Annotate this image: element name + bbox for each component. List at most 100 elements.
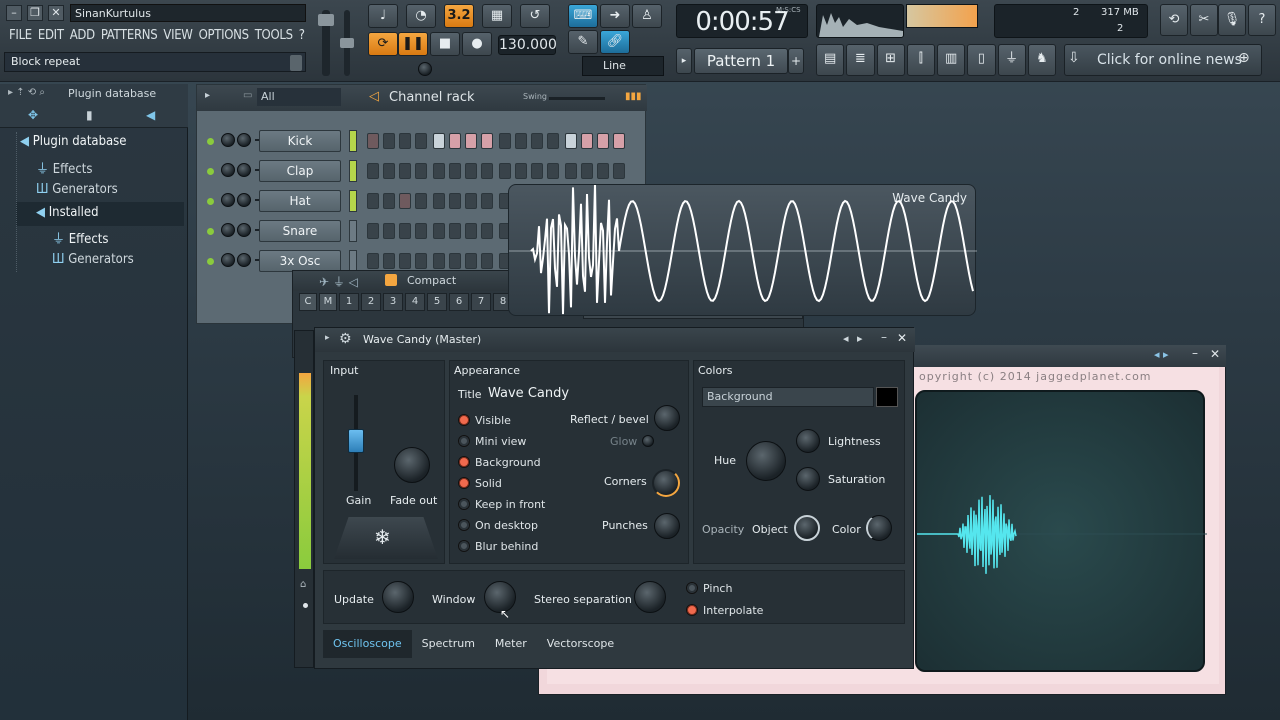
- appearance-option[interactable]: Background: [458, 453, 578, 471]
- channel-select-bar[interactable]: [349, 220, 357, 242]
- graph-icon[interactable]: ▮▮▮: [625, 91, 642, 102]
- channel-name-button[interactable]: Hat: [259, 190, 341, 212]
- stereo-separation-knob[interactable]: [634, 581, 666, 613]
- step-button[interactable]: [367, 193, 379, 209]
- undo-icon[interactable]: ⟲: [1160, 4, 1188, 36]
- file-icon[interactable]: ▯: [967, 44, 996, 76]
- browser-file-icon[interactable]: ▮: [86, 108, 93, 122]
- pinch-option[interactable]: Pinch: [686, 579, 732, 597]
- prev-preset-icon[interactable]: ◂: [843, 332, 849, 345]
- step-button[interactable]: [399, 223, 411, 239]
- window-menu-icon[interactable]: ▸: [325, 333, 330, 343]
- saturation-knob[interactable]: [796, 467, 820, 491]
- option-radio[interactable]: [458, 414, 470, 426]
- channel-name-button[interactable]: Kick: [259, 130, 341, 152]
- step-button[interactable]: [499, 133, 511, 149]
- channel-pan-knob[interactable]: [221, 133, 235, 147]
- appearance-option[interactable]: Keep in front: [458, 495, 578, 513]
- color-swatch[interactable]: [876, 387, 898, 407]
- minimize-icon[interactable]: –: [6, 5, 22, 21]
- channel-name-button[interactable]: Clap: [259, 160, 341, 182]
- channel-select-bar[interactable]: [349, 160, 357, 182]
- step-button[interactable]: [597, 163, 609, 179]
- step-button[interactable]: [433, 223, 445, 239]
- blend-notes-icon[interactable]: ▦: [482, 4, 512, 28]
- channel-mute-led[interactable]: [207, 168, 214, 175]
- scope-preview-close-icon[interactable]: ✕: [1210, 347, 1220, 361]
- step-edit-icon[interactable]: ➜: [600, 4, 630, 28]
- browser-item-effects[interactable]: ⏚ Effects: [36, 158, 92, 177]
- mixer-track-number[interactable]: 2: [361, 293, 381, 311]
- step-button[interactable]: [433, 163, 445, 179]
- mixer-view-mode[interactable]: Compact: [407, 274, 456, 287]
- close-icon[interactable]: ✕: [48, 5, 64, 21]
- typing-keyboard-icon[interactable]: ⌨: [568, 4, 598, 28]
- pattern-prev-icon[interactable]: ▸: [676, 48, 692, 74]
- mixer-track-number[interactable]: 6: [449, 293, 469, 311]
- tab-oscilloscope[interactable]: Oscilloscope: [323, 630, 412, 658]
- corners-knob[interactable]: [652, 469, 680, 497]
- browser-item-plugin-database[interactable]: ◀ Plugin database: [20, 134, 126, 149]
- fade-out-knob[interactable]: [394, 447, 430, 483]
- step-button[interactable]: [415, 193, 427, 209]
- link-tool-icon[interactable]: 🔗︎: [600, 30, 630, 54]
- help-icon[interactable]: ?: [1248, 4, 1276, 36]
- channel-filter-select[interactable]: All: [257, 88, 341, 106]
- step-button[interactable]: [565, 133, 577, 149]
- step-button[interactable]: [449, 193, 461, 209]
- mixer-track-number[interactable]: 7: [471, 293, 491, 311]
- lightness-knob[interactable]: [796, 429, 820, 453]
- dj-icon[interactable]: ♞: [1027, 44, 1056, 76]
- appearance-option[interactable]: Blur behind: [458, 537, 578, 555]
- option-radio[interactable]: [458, 435, 470, 447]
- online-news-button[interactable]: Click for online news: [1064, 44, 1262, 76]
- mixer-icon[interactable]: ⫿: [906, 44, 935, 76]
- microphone-icon[interactable]: 🎙︎: [1218, 4, 1246, 36]
- snap-mode-select[interactable]: Line: [582, 56, 664, 76]
- browser-item-installed[interactable]: ◀ Installed: [36, 205, 99, 220]
- browser-item-generators[interactable]: Ш Generators: [36, 182, 118, 197]
- mixer-track-number[interactable]: 5: [427, 293, 447, 311]
- step-button[interactable]: [433, 133, 445, 149]
- step-button[interactable]: [465, 223, 477, 239]
- step-button[interactable]: [515, 163, 527, 179]
- browser-path[interactable]: Plugin database: [68, 87, 156, 100]
- restore-icon[interactable]: ❐: [27, 5, 43, 21]
- pinch-radio[interactable]: [686, 582, 698, 594]
- mixer-track-number[interactable]: C: [299, 293, 317, 311]
- interpolate-option[interactable]: Interpolate: [686, 601, 763, 619]
- channel-pan-knob[interactable]: [221, 253, 235, 267]
- step-button[interactable]: [383, 193, 395, 209]
- step-button[interactable]: [499, 163, 511, 179]
- metronome-icon[interactable]: ♩: [368, 4, 398, 28]
- menu-view[interactable]: VIEW: [160, 26, 195, 46]
- pattern-song-toggle-icon[interactable]: ⟳: [368, 32, 398, 56]
- mixer-track-number[interactable]: 4: [405, 293, 425, 311]
- step-button[interactable]: [449, 133, 461, 149]
- option-radio[interactable]: [458, 519, 470, 531]
- step-button[interactable]: [399, 253, 411, 269]
- step-button[interactable]: [597, 133, 609, 149]
- step-button[interactable]: [383, 223, 395, 239]
- mixer-tool-icons[interactable]: ✈ ⏚ ◁: [319, 273, 358, 290]
- tempo-knob[interactable]: [418, 62, 432, 76]
- browser-speaker-icon[interactable]: ◀: [146, 108, 155, 122]
- step-button[interactable]: [581, 163, 593, 179]
- color-target-select[interactable]: Background: [702, 387, 874, 407]
- step-button[interactable]: [449, 253, 461, 269]
- rack-menu-icon[interactable]: ▸: [205, 90, 210, 101]
- lock-icon[interactable]: ⌂: [300, 579, 306, 590]
- step-button[interactable]: [515, 133, 527, 149]
- output-waveform-monitor[interactable]: [816, 4, 904, 38]
- master-volume-handle[interactable]: [318, 14, 334, 26]
- glow-knob[interactable]: [642, 435, 654, 447]
- step-button[interactable]: [449, 223, 461, 239]
- step-button[interactable]: [383, 253, 395, 269]
- menu-file[interactable]: FILE: [6, 26, 35, 46]
- option-radio[interactable]: [458, 456, 470, 468]
- punches-knob[interactable]: [654, 513, 680, 539]
- scope-preview-nav-icon[interactable]: ◂ ▸: [1154, 348, 1169, 361]
- next-preset-icon[interactable]: ▸: [857, 332, 863, 345]
- browser-icon[interactable]: ▥: [937, 44, 966, 76]
- interpolate-radio[interactable]: [686, 604, 698, 616]
